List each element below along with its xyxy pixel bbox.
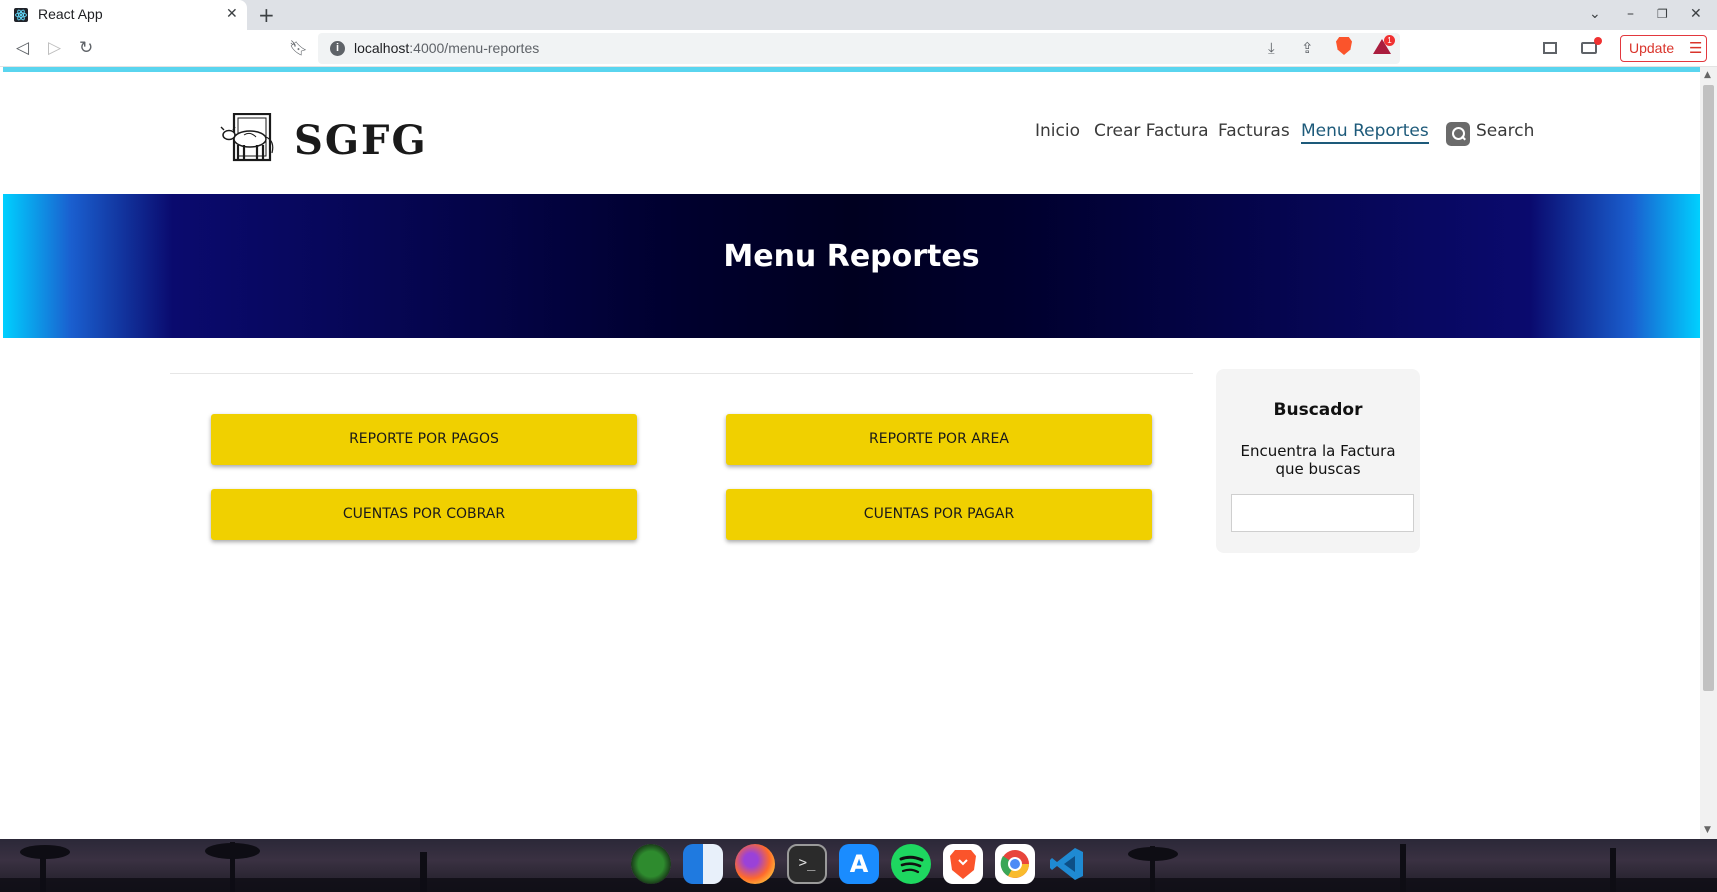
scroll-down-icon[interactable]: ▼ xyxy=(1704,825,1711,835)
share-icon[interactable]: ⇪ xyxy=(1301,39,1314,57)
tab-search-chevron-icon[interactable]: ⌄ xyxy=(1589,4,1601,24)
terminal-icon[interactable]: >_ xyxy=(787,844,827,884)
brave-browser-icon[interactable] xyxy=(943,844,983,884)
minimize-icon[interactable]: – xyxy=(1627,4,1634,24)
url-path: :4000/menu-reportes xyxy=(409,40,540,56)
spotify-waves-icon xyxy=(899,855,924,874)
window-close-icon[interactable]: ✕ xyxy=(1690,4,1702,24)
bookmark-icon[interactable]: 🔖︎ xyxy=(289,38,308,58)
buscador-search-input[interactable] xyxy=(1231,494,1414,532)
reporte-por-area-button[interactable]: REPORTE POR AREA xyxy=(726,414,1152,465)
top-accent-strip xyxy=(3,67,1700,72)
firefox-icon[interactable] xyxy=(735,844,775,884)
buscador-widget: Buscador Encuentra la Factura que buscas xyxy=(1216,369,1420,553)
install-app-icon[interactable]: ⤓ xyxy=(1268,39,1275,57)
tab-title: React App xyxy=(38,6,103,22)
sidebar-toggle-icon[interactable] xyxy=(1543,42,1557,54)
restore-icon[interactable]: ❐ xyxy=(1657,4,1668,24)
react-favicon-icon xyxy=(14,8,28,22)
update-label: Update xyxy=(1629,40,1675,56)
app-store-icon[interactable]: A xyxy=(839,844,879,884)
nav-link-menu-reportes[interactable]: Menu Reportes xyxy=(1301,121,1429,144)
nav-link-facturas[interactable]: Facturas xyxy=(1218,121,1290,141)
new-tab-button[interactable]: + xyxy=(258,2,275,28)
browser-toolbar: ◁ ▷ ↻ 🔖︎ i localhost:4000/menu-reportes … xyxy=(0,30,1717,67)
hero-banner: Menu Reportes xyxy=(3,194,1700,338)
vscode-icon[interactable] xyxy=(1047,844,1087,884)
dock: >_ A xyxy=(623,838,1097,892)
wallet-notification-dot xyxy=(1594,37,1602,45)
cuentas-por-cobrar-button[interactable]: CUENTAS POR COBRAR xyxy=(211,489,637,540)
brave-lion-icon xyxy=(950,850,976,879)
palm-silhouette xyxy=(205,843,260,859)
system-monitor-icon[interactable] xyxy=(631,844,671,884)
tab-close-icon[interactable]: ✕ xyxy=(226,5,238,23)
update-button[interactable]: Update ☰ xyxy=(1620,35,1707,62)
chromium-icon[interactable] xyxy=(995,844,1035,884)
content-divider xyxy=(170,373,1193,374)
search-icon[interactable] xyxy=(1446,122,1470,146)
buscador-description: Encuentra la Factura que buscas xyxy=(1240,442,1396,478)
page-viewport: SGFG Inicio Crear Factura Facturas Menu … xyxy=(3,67,1700,839)
spotify-icon[interactable] xyxy=(891,844,931,884)
forward-icon[interactable]: ▷ xyxy=(48,38,61,58)
page-scrollbar[interactable]: ▲ ▼ xyxy=(1700,67,1717,839)
url-text: localhost:4000/menu-reportes xyxy=(354,40,539,56)
nav-link-crear-factura[interactable]: Crear Factura xyxy=(1094,121,1209,141)
site-info-icon[interactable]: i xyxy=(330,41,345,56)
address-bar[interactable]: i localhost:4000/menu-reportes ⤓ ⇪ xyxy=(318,33,1400,64)
back-icon[interactable]: ◁ xyxy=(16,38,29,58)
rewards-badge: 1 xyxy=(1384,35,1395,46)
browser-tab-react-app[interactable]: React App ✕ xyxy=(0,0,247,30)
scroll-thumb[interactable] xyxy=(1703,85,1714,691)
cuentas-por-pagar-button[interactable]: CUENTAS POR PAGAR xyxy=(726,489,1152,540)
url-host: localhost xyxy=(354,40,410,56)
reload-icon[interactable]: ↻ xyxy=(79,38,93,58)
hamburger-menu-icon: ☰ xyxy=(1689,39,1703,57)
nav-link-search[interactable]: Search xyxy=(1476,121,1534,141)
vscode-logo-icon xyxy=(1050,848,1083,880)
finder-icon[interactable] xyxy=(683,844,723,884)
scroll-up-icon[interactable]: ▲ xyxy=(1704,70,1711,80)
buscador-title: Buscador xyxy=(1273,400,1363,420)
chromium-logo-icon xyxy=(1000,850,1029,878)
palm-silhouette xyxy=(1400,844,1406,892)
nav-link-inicio[interactable]: Inicio xyxy=(1035,121,1080,141)
palm-silhouette xyxy=(1610,848,1616,892)
page-title: Menu Reportes xyxy=(723,239,980,274)
palm-silhouette xyxy=(20,845,70,859)
tab-bar: React App ✕ + ⌄ – ❐ ✕ xyxy=(0,0,1717,30)
palm-silhouette xyxy=(1128,847,1178,861)
reporte-por-pagos-button[interactable]: REPORTE POR PAGOS xyxy=(211,414,637,465)
